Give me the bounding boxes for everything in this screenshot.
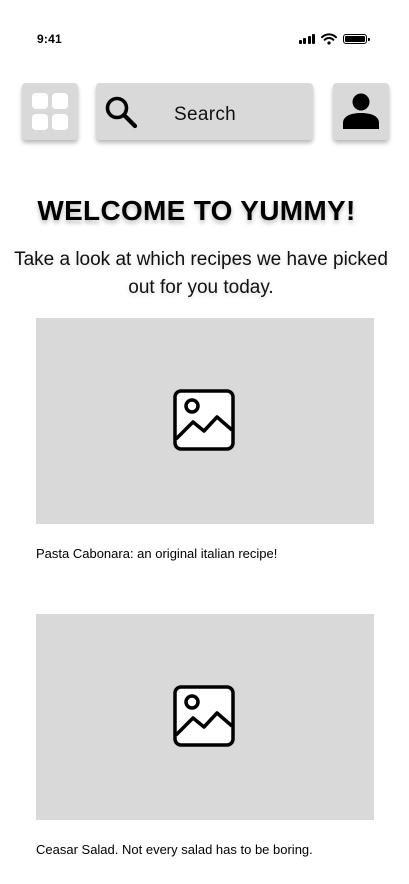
recipe-caption: Pasta Cabonara: an original italian reci…	[36, 546, 278, 561]
menu-button[interactable]	[22, 83, 78, 140]
status-bar: 9:41	[0, 0, 409, 60]
search-bar[interactable]: Search	[96, 83, 313, 140]
welcome-subtitle: Take a look at which recipes we have pic…	[14, 249, 388, 298]
signal-icon	[298, 34, 315, 44]
recipe-image[interactable]	[36, 318, 374, 524]
status-time: 9:41	[37, 32, 62, 46]
image-placeholder-icon	[173, 685, 235, 747]
search-label: Search	[174, 104, 237, 125]
recipe-card[interactable]: Pasta Cabonara: an original italian reci…	[36, 318, 374, 561]
recipe-caption: Ceasar Salad. Not every salad has to be …	[36, 842, 313, 857]
image-placeholder-icon	[173, 389, 235, 451]
recipe-card[interactable]: Ceasar Salad. Not every salad has to be …	[36, 614, 374, 857]
profile-button[interactable]	[333, 83, 389, 140]
battery-icon	[343, 34, 370, 44]
search-icon	[105, 96, 138, 129]
user-icon	[343, 93, 379, 129]
recipe-image[interactable]	[36, 614, 374, 820]
page-title: WELCOME TO YUMMY!	[37, 195, 356, 226]
grid-icon	[32, 93, 68, 130]
wifi-icon	[321, 33, 337, 45]
status-icons	[298, 32, 370, 46]
